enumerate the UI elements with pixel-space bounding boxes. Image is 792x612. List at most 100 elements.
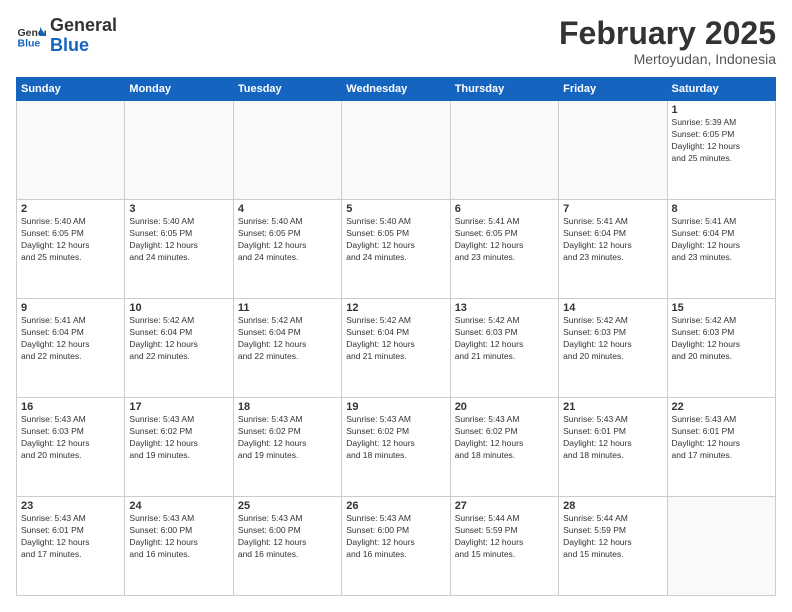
calendar-day-1: 1Sunrise: 5:39 AM Sunset: 6:05 PM Daylig… <box>667 101 775 200</box>
calendar-day-empty <box>125 101 233 200</box>
svg-text:Blue: Blue <box>18 37 41 49</box>
calendar-day-13: 13Sunrise: 5:42 AM Sunset: 6:03 PM Dayli… <box>450 299 558 398</box>
location: Mertoyudan, Indonesia <box>559 51 776 67</box>
day-number: 5 <box>346 203 445 215</box>
day-info: Sunrise: 5:41 AM Sunset: 6:04 PM Dayligh… <box>21 315 120 363</box>
day-number: 13 <box>455 302 554 314</box>
day-number: 4 <box>238 203 337 215</box>
calendar-week-row: 2Sunrise: 5:40 AM Sunset: 6:05 PM Daylig… <box>17 200 776 299</box>
day-number: 8 <box>672 203 771 215</box>
calendar-day-20: 20Sunrise: 5:43 AM Sunset: 6:02 PM Dayli… <box>450 398 558 497</box>
header: General Blue General Blue February 2025 … <box>16 16 776 67</box>
logo-text: General Blue <box>50 16 117 56</box>
calendar-day-11: 11Sunrise: 5:42 AM Sunset: 6:04 PM Dayli… <box>233 299 341 398</box>
calendar-day-empty <box>450 101 558 200</box>
day-info: Sunrise: 5:41 AM Sunset: 6:05 PM Dayligh… <box>455 216 554 264</box>
day-info: Sunrise: 5:43 AM Sunset: 6:00 PM Dayligh… <box>129 513 228 561</box>
weekday-header-thursday: Thursday <box>450 78 558 101</box>
day-info: Sunrise: 5:43 AM Sunset: 6:00 PM Dayligh… <box>346 513 445 561</box>
calendar-day-16: 16Sunrise: 5:43 AM Sunset: 6:03 PM Dayli… <box>17 398 125 497</box>
day-number: 16 <box>21 401 120 413</box>
day-number: 27 <box>455 500 554 512</box>
day-number: 23 <box>21 500 120 512</box>
calendar-table: SundayMondayTuesdayWednesdayThursdayFrid… <box>16 77 776 596</box>
calendar-day-17: 17Sunrise: 5:43 AM Sunset: 6:02 PM Dayli… <box>125 398 233 497</box>
day-number: 17 <box>129 401 228 413</box>
month-year: February 2025 <box>559 16 776 51</box>
day-number: 6 <box>455 203 554 215</box>
day-number: 12 <box>346 302 445 314</box>
calendar-day-empty <box>17 101 125 200</box>
day-number: 11 <box>238 302 337 314</box>
day-info: Sunrise: 5:42 AM Sunset: 6:04 PM Dayligh… <box>238 315 337 363</box>
day-info: Sunrise: 5:42 AM Sunset: 6:03 PM Dayligh… <box>672 315 771 363</box>
day-number: 2 <box>21 203 120 215</box>
calendar-day-9: 9Sunrise: 5:41 AM Sunset: 6:04 PM Daylig… <box>17 299 125 398</box>
day-info: Sunrise: 5:43 AM Sunset: 6:01 PM Dayligh… <box>21 513 120 561</box>
day-number: 19 <box>346 401 445 413</box>
day-info: Sunrise: 5:42 AM Sunset: 6:04 PM Dayligh… <box>346 315 445 363</box>
day-number: 26 <box>346 500 445 512</box>
calendar-day-empty <box>559 101 667 200</box>
calendar-day-12: 12Sunrise: 5:42 AM Sunset: 6:04 PM Dayli… <box>342 299 450 398</box>
day-info: Sunrise: 5:43 AM Sunset: 6:00 PM Dayligh… <box>238 513 337 561</box>
day-number: 20 <box>455 401 554 413</box>
day-info: Sunrise: 5:43 AM Sunset: 6:01 PM Dayligh… <box>672 414 771 462</box>
calendar-week-row: 23Sunrise: 5:43 AM Sunset: 6:01 PM Dayli… <box>17 497 776 596</box>
calendar-day-22: 22Sunrise: 5:43 AM Sunset: 6:01 PM Dayli… <box>667 398 775 497</box>
calendar-day-3: 3Sunrise: 5:40 AM Sunset: 6:05 PM Daylig… <box>125 200 233 299</box>
calendar-day-26: 26Sunrise: 5:43 AM Sunset: 6:00 PM Dayli… <box>342 497 450 596</box>
day-info: Sunrise: 5:41 AM Sunset: 6:04 PM Dayligh… <box>563 216 662 264</box>
weekday-header-wednesday: Wednesday <box>342 78 450 101</box>
calendar-day-empty <box>342 101 450 200</box>
weekday-header-monday: Monday <box>125 78 233 101</box>
calendar-day-6: 6Sunrise: 5:41 AM Sunset: 6:05 PM Daylig… <box>450 200 558 299</box>
day-info: Sunrise: 5:43 AM Sunset: 6:01 PM Dayligh… <box>563 414 662 462</box>
calendar-day-25: 25Sunrise: 5:43 AM Sunset: 6:00 PM Dayli… <box>233 497 341 596</box>
day-info: Sunrise: 5:42 AM Sunset: 6:03 PM Dayligh… <box>563 315 662 363</box>
weekday-header-tuesday: Tuesday <box>233 78 341 101</box>
day-number: 1 <box>672 104 771 116</box>
calendar-day-24: 24Sunrise: 5:43 AM Sunset: 6:00 PM Dayli… <box>125 497 233 596</box>
day-number: 24 <box>129 500 228 512</box>
calendar-day-4: 4Sunrise: 5:40 AM Sunset: 6:05 PM Daylig… <box>233 200 341 299</box>
calendar-day-10: 10Sunrise: 5:42 AM Sunset: 6:04 PM Dayli… <box>125 299 233 398</box>
day-info: Sunrise: 5:43 AM Sunset: 6:02 PM Dayligh… <box>455 414 554 462</box>
day-number: 28 <box>563 500 662 512</box>
weekday-header-saturday: Saturday <box>667 78 775 101</box>
calendar-day-18: 18Sunrise: 5:43 AM Sunset: 6:02 PM Dayli… <box>233 398 341 497</box>
calendar-day-23: 23Sunrise: 5:43 AM Sunset: 6:01 PM Dayli… <box>17 497 125 596</box>
day-info: Sunrise: 5:40 AM Sunset: 6:05 PM Dayligh… <box>21 216 120 264</box>
day-number: 18 <box>238 401 337 413</box>
calendar-day-19: 19Sunrise: 5:43 AM Sunset: 6:02 PM Dayli… <box>342 398 450 497</box>
day-info: Sunrise: 5:44 AM Sunset: 5:59 PM Dayligh… <box>455 513 554 561</box>
calendar-day-7: 7Sunrise: 5:41 AM Sunset: 6:04 PM Daylig… <box>559 200 667 299</box>
day-info: Sunrise: 5:41 AM Sunset: 6:04 PM Dayligh… <box>672 216 771 264</box>
day-info: Sunrise: 5:42 AM Sunset: 6:03 PM Dayligh… <box>455 315 554 363</box>
calendar-day-15: 15Sunrise: 5:42 AM Sunset: 6:03 PM Dayli… <box>667 299 775 398</box>
calendar-week-row: 9Sunrise: 5:41 AM Sunset: 6:04 PM Daylig… <box>17 299 776 398</box>
weekday-header-sunday: Sunday <box>17 78 125 101</box>
weekday-header-friday: Friday <box>559 78 667 101</box>
calendar-week-row: 16Sunrise: 5:43 AM Sunset: 6:03 PM Dayli… <box>17 398 776 497</box>
day-info: Sunrise: 5:42 AM Sunset: 6:04 PM Dayligh… <box>129 315 228 363</box>
day-info: Sunrise: 5:43 AM Sunset: 6:02 PM Dayligh… <box>346 414 445 462</box>
calendar-day-2: 2Sunrise: 5:40 AM Sunset: 6:05 PM Daylig… <box>17 200 125 299</box>
page: General Blue General Blue February 2025 … <box>0 0 792 612</box>
calendar-day-14: 14Sunrise: 5:42 AM Sunset: 6:03 PM Dayli… <box>559 299 667 398</box>
day-number: 21 <box>563 401 662 413</box>
title-block: February 2025 Mertoyudan, Indonesia <box>559 16 776 67</box>
calendar-day-empty <box>667 497 775 596</box>
day-info: Sunrise: 5:40 AM Sunset: 6:05 PM Dayligh… <box>346 216 445 264</box>
logo-icon: General Blue <box>16 21 46 51</box>
day-info: Sunrise: 5:39 AM Sunset: 6:05 PM Dayligh… <box>672 117 771 165</box>
calendar-day-8: 8Sunrise: 5:41 AM Sunset: 6:04 PM Daylig… <box>667 200 775 299</box>
calendar-day-5: 5Sunrise: 5:40 AM Sunset: 6:05 PM Daylig… <box>342 200 450 299</box>
day-number: 15 <box>672 302 771 314</box>
day-info: Sunrise: 5:43 AM Sunset: 6:02 PM Dayligh… <box>238 414 337 462</box>
day-info: Sunrise: 5:40 AM Sunset: 6:05 PM Dayligh… <box>129 216 228 264</box>
calendar-header-row: SundayMondayTuesdayWednesdayThursdayFrid… <box>17 78 776 101</box>
day-number: 25 <box>238 500 337 512</box>
calendar-day-21: 21Sunrise: 5:43 AM Sunset: 6:01 PM Dayli… <box>559 398 667 497</box>
day-info: Sunrise: 5:44 AM Sunset: 5:59 PM Dayligh… <box>563 513 662 561</box>
